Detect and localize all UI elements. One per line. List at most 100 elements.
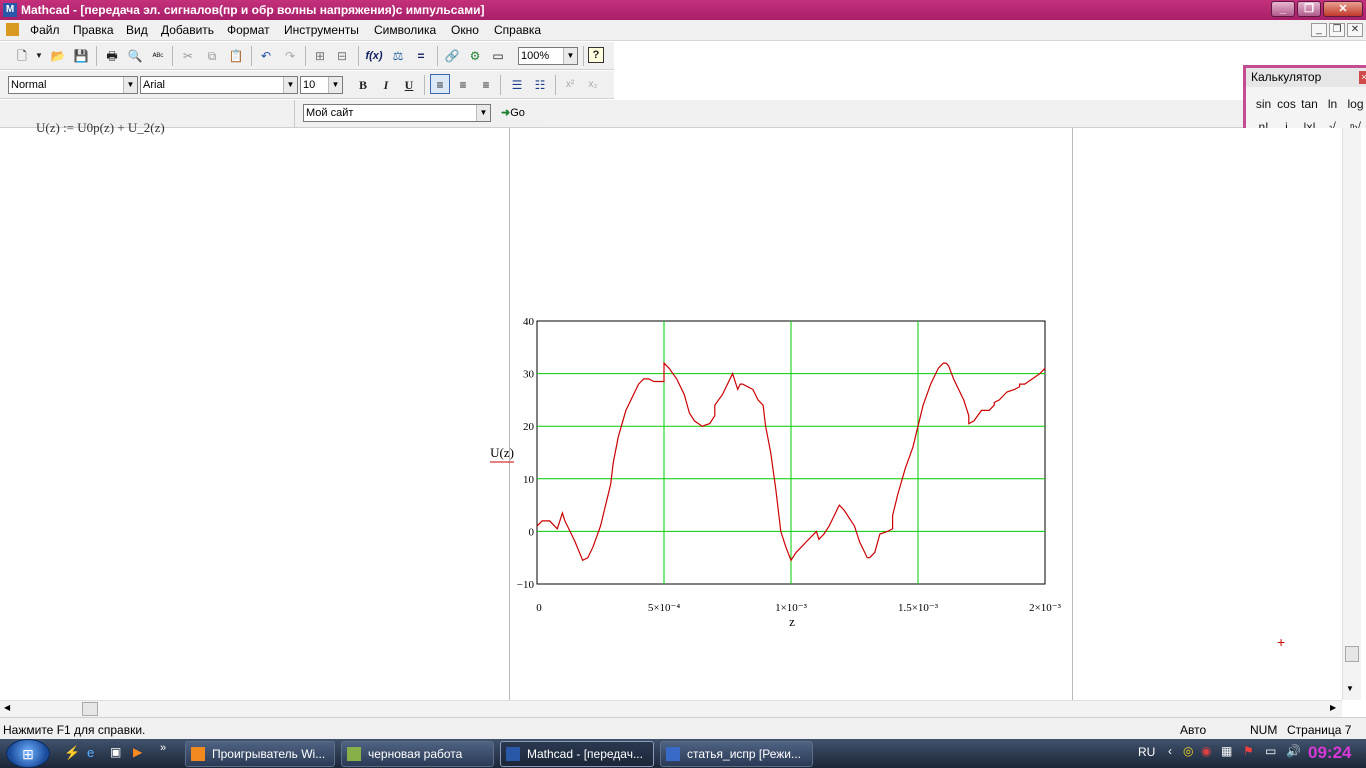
font-size-select[interactable]: 10 ▼ bbox=[300, 76, 343, 94]
quick-launch-icon[interactable]: ⚡ bbox=[64, 745, 80, 761]
bullets-icon[interactable]: ☰ bbox=[507, 74, 527, 94]
start-button-windows-icon[interactable]: ⊞ bbox=[6, 739, 50, 768]
menu-tools[interactable]: Инструменты bbox=[284, 23, 359, 37]
restore-button[interactable]: ❐ bbox=[1297, 1, 1321, 17]
mdi-restore-button[interactable]: ❐ bbox=[1329, 23, 1345, 37]
chevron-down-icon: ▼ bbox=[283, 77, 297, 93]
tray-expand-icon[interactable]: ‹ bbox=[1168, 744, 1172, 758]
menu-insert[interactable]: Добавить bbox=[161, 23, 214, 37]
horizontal-scrollbar[interactable]: ◀ ▶ bbox=[0, 700, 1342, 717]
insert-function-icon[interactable]: f(x) bbox=[364, 45, 384, 65]
italic-button[interactable]: I bbox=[376, 74, 396, 94]
mathcad-app-icon[interactable]: M bbox=[3, 3, 17, 17]
tray-display-icon[interactable]: ▭ bbox=[1265, 744, 1276, 758]
menu-file[interactable]: Файл bbox=[30, 23, 60, 37]
resource-center-icon[interactable]: ▭ bbox=[488, 45, 508, 65]
vertical-scroll-thumb[interactable] bbox=[1345, 646, 1359, 662]
style-select[interactable]: Normal ▼ bbox=[8, 76, 138, 94]
scroll-left-icon[interactable]: ◀ bbox=[4, 703, 10, 712]
undo-icon[interactable]: ↶ bbox=[256, 45, 276, 65]
open-folder-icon[interactable]: 📂 bbox=[48, 45, 68, 65]
menu-window[interactable]: Окно bbox=[451, 23, 479, 37]
cut-icon[interactable]: ✂ bbox=[178, 45, 198, 65]
underline-button[interactable]: U bbox=[399, 74, 419, 94]
x-tick-label: 1×10⁻³ bbox=[775, 602, 808, 614]
worksheet[interactable]: U(z) := U0p(z) + U_2(z) 40 30 20 10 0 −10 0 5×… bbox=[0, 120, 1366, 700]
toolbar-separator bbox=[555, 75, 556, 95]
scroll-down-icon[interactable]: ▼ bbox=[1346, 684, 1354, 693]
zoom-select[interactable]: 100% ▼ bbox=[518, 47, 578, 65]
save-icon[interactable]: 💾 bbox=[71, 45, 91, 65]
calc-button-0-2[interactable]: tan bbox=[1298, 93, 1321, 116]
task-label: Mathcad - [передач... bbox=[527, 747, 643, 761]
task-mathcad[interactable]: Mathcad - [передач... bbox=[500, 741, 654, 767]
show-desktop-icon[interactable]: ▣ bbox=[110, 745, 121, 759]
align-right-icon[interactable]: ≡ bbox=[476, 74, 496, 94]
task-label: статья_испр [Режи... bbox=[687, 747, 801, 761]
calc-button-0-1[interactable]: cos bbox=[1275, 93, 1298, 116]
web-address-select[interactable]: Мой сайт ▼ bbox=[303, 104, 491, 122]
calc-button-0-0[interactable]: sin bbox=[1252, 93, 1275, 116]
insert-component-icon[interactable]: ⚙ bbox=[465, 45, 485, 65]
numbering-icon[interactable]: ☷ bbox=[530, 74, 550, 94]
paste-icon[interactable]: 📋 bbox=[226, 45, 246, 65]
align-left-icon[interactable]: ≡ bbox=[430, 74, 450, 94]
calc-button-0-4[interactable]: log bbox=[1344, 93, 1366, 116]
tray-app-icon[interactable]: ◎ bbox=[1183, 744, 1193, 758]
font-size-value: 10 bbox=[303, 79, 316, 91]
bold-button[interactable]: B bbox=[353, 74, 373, 94]
spell-check-icon[interactable]: ᴬᴮᶜ bbox=[148, 45, 168, 65]
new-document-icon[interactable]: 🗋 bbox=[12, 45, 32, 65]
help-icon[interactable]: ? bbox=[588, 47, 604, 63]
font-select[interactable]: Arial ▼ bbox=[140, 76, 298, 94]
task-word-article[interactable]: статья_испр [Режи... bbox=[660, 741, 813, 767]
menu-view[interactable]: Вид bbox=[126, 23, 148, 37]
menu-help[interactable]: Справка bbox=[494, 23, 541, 37]
menu-symbolics[interactable]: Символика bbox=[374, 23, 436, 37]
scroll-right-icon[interactable]: ▶ bbox=[1330, 703, 1336, 712]
clock[interactable]: 09:24 bbox=[1308, 743, 1351, 763]
tray-network-icon[interactable]: ▦ bbox=[1221, 744, 1232, 758]
document-icon[interactable] bbox=[6, 23, 19, 36]
tray-antivirus-icon[interactable]: ◉ bbox=[1201, 744, 1211, 758]
calculator-close-icon[interactable]: × bbox=[1359, 71, 1366, 84]
volume-icon[interactable]: 🔊 bbox=[1286, 744, 1301, 758]
task-draft-work[interactable]: черновая работа bbox=[341, 741, 494, 767]
menu-bar: Файл Правка Вид Добавить Формат Инструме… bbox=[0, 20, 1366, 41]
new-dropdown-icon[interactable]: ▼ bbox=[34, 45, 44, 65]
internet-explorer-icon[interactable]: e bbox=[87, 745, 94, 760]
quick-launch-more-icon[interactable]: » bbox=[160, 742, 166, 754]
web-toolbar: Мой сайт ▼ ➜Go bbox=[294, 100, 540, 128]
go-button[interactable]: ➜Go bbox=[501, 106, 525, 119]
menu-edit[interactable]: Правка bbox=[73, 23, 114, 37]
print-icon[interactable]: 🖶 bbox=[102, 45, 122, 65]
mdi-minimize-button[interactable]: _ bbox=[1311, 23, 1327, 37]
minimize-button[interactable]: _ bbox=[1271, 1, 1295, 17]
task-media-player[interactable]: Проигрыватель Wi... bbox=[185, 741, 335, 767]
y-tick-label: 40 bbox=[523, 316, 535, 328]
x-tick-labels: 0 5×10⁻⁴ 1×10⁻³ 1.5×10⁻³ 2×10⁻³ bbox=[536, 602, 1061, 614]
calc-button-0-3[interactable]: ln bbox=[1321, 93, 1344, 116]
insert-hyperlink-icon[interactable]: 🔗 bbox=[442, 45, 462, 65]
web-address-value: Мой сайт bbox=[306, 107, 354, 119]
superscript-icon[interactable]: x² bbox=[560, 74, 580, 94]
print-preview-icon[interactable]: 🔍 bbox=[125, 45, 145, 65]
align-down-icon[interactable]: ⊟ bbox=[332, 45, 352, 65]
vertical-scrollbar[interactable]: ▼ bbox=[1342, 128, 1361, 700]
formula-region[interactable]: U(z) := U0p(z) + U_2(z) bbox=[36, 120, 165, 136]
subscript-icon[interactable]: x₂ bbox=[583, 74, 603, 94]
media-player-quick-icon[interactable]: ▶ bbox=[133, 745, 142, 759]
calculate-icon[interactable]: = bbox=[411, 45, 431, 65]
redo-icon[interactable]: ↷ bbox=[280, 45, 300, 65]
mdi-close-button[interactable]: ✕ bbox=[1347, 23, 1363, 37]
copy-icon[interactable]: ⧉ bbox=[202, 45, 222, 65]
menu-format[interactable]: Формат bbox=[227, 23, 270, 37]
horizontal-scroll-thumb[interactable] bbox=[82, 702, 98, 716]
xy-plot[interactable]: 403020100−10 0 5×10⁻⁴ 1×10⁻³ 1.5×10⁻³ 2×10⁻³… bbox=[480, 308, 1080, 628]
align-across-icon[interactable]: ⊞ bbox=[310, 45, 330, 65]
align-center-icon[interactable]: ≡ bbox=[453, 74, 473, 94]
close-button[interactable]: ✕ bbox=[1323, 1, 1363, 17]
language-indicator[interactable]: RU bbox=[1138, 745, 1155, 759]
tray-alert-icon[interactable]: ⚑ bbox=[1243, 744, 1254, 758]
insert-unit-icon[interactable]: ⚖ bbox=[388, 45, 408, 65]
